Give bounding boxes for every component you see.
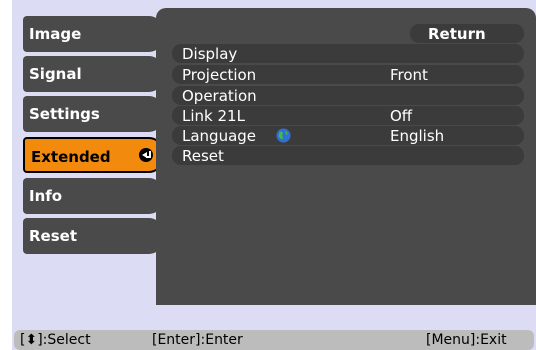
- menu-item-label: Display: [182, 45, 238, 63]
- tab-info[interactable]: Info: [23, 178, 163, 214]
- menu-item-display[interactable]: Display: [172, 44, 524, 63]
- menu-item-reset[interactable]: Reset: [172, 146, 524, 165]
- menu-item-label: Language: [182, 127, 257, 145]
- tab-label: Signal: [29, 65, 82, 83]
- help-select: [⬍]:Select: [20, 332, 91, 348]
- tab-signal[interactable]: Signal: [23, 56, 163, 92]
- help-bar: [⬍]:Select [Enter]:Enter [Menu]:Exit: [14, 330, 534, 350]
- tab-image[interactable]: Image: [23, 16, 163, 52]
- tab-label: Reset: [29, 227, 77, 245]
- menu-item-label: Operation: [182, 87, 257, 105]
- return-button[interactable]: Return: [410, 24, 524, 43]
- menu-item-projection[interactable]: Projection Front: [172, 65, 524, 84]
- tab-label: Info: [29, 187, 63, 205]
- tab-reset[interactable]: Reset: [23, 218, 163, 254]
- tab-settings[interactable]: Settings: [23, 96, 163, 132]
- menu-item-value: English: [390, 127, 445, 145]
- tab-label: Settings: [29, 105, 100, 123]
- menu-item-label: Projection: [182, 66, 257, 84]
- tab-label: Extended: [31, 148, 111, 166]
- menu-item-label: Reset: [182, 147, 224, 165]
- enter-icon: [139, 148, 153, 162]
- menu-item-link21l[interactable]: Link 21L Off: [172, 106, 524, 125]
- menu-item-value: Front: [390, 66, 428, 84]
- return-label: Return: [428, 25, 486, 43]
- menu-item-operation[interactable]: Operation: [172, 86, 524, 105]
- menu-item-language[interactable]: Language English: [172, 126, 524, 145]
- tab-label: Image: [29, 25, 82, 43]
- tab-extended[interactable]: Extended: [23, 137, 163, 173]
- help-exit: [Menu]:Exit: [426, 332, 507, 348]
- globe-icon: [276, 128, 291, 143]
- help-enter: [Enter]:Enter: [152, 332, 243, 348]
- menu-item-label: Link 21L: [182, 107, 245, 125]
- menu-item-value: Off: [390, 107, 413, 125]
